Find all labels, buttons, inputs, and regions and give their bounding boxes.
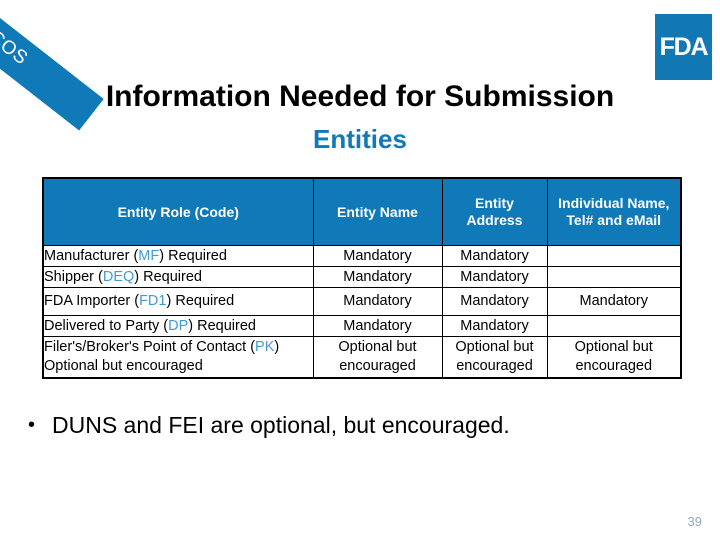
table-row: Manufacturer (MF) Required Mandatory Man… (42, 245, 682, 267)
cell-entity-address: Mandatory (441, 266, 548, 288)
role-text-prefix: Delivered to Party ( (44, 317, 169, 334)
cell-individual (546, 245, 682, 267)
column-header-entity-role: Entity Role (Code) (42, 177, 314, 246)
column-header-individual: Individual Name, Tel# and eMail (546, 177, 682, 246)
cell-entity-name: Mandatory (312, 245, 443, 267)
role-code: MF (138, 247, 160, 264)
cell-entity-address: Optional but encouraged (441, 336, 548, 379)
cell-entity-role: Filer's/Broker's Point of Contact (PK) Op… (42, 336, 314, 379)
fda-logo: FDA (655, 14, 712, 80)
cell-entity-role: Manufacturer (MF) Required (42, 245, 314, 267)
corner-banner-label: COS (0, 26, 32, 70)
table-header-row: Entity Role (Code) Entity Name Entity Ad… (42, 177, 682, 246)
table-row: FDA Importer (FD1) Required Mandatory Ma… (42, 287, 682, 316)
cell-entity-address: Mandatory (441, 315, 548, 337)
cell-entity-address: Mandatory (441, 287, 548, 316)
fda-logo-text: FDA (659, 32, 709, 61)
cell-individual (546, 266, 682, 288)
page-number: 39 (687, 514, 702, 529)
cell-entity-name: Mandatory (312, 287, 443, 316)
role-text-prefix: FDA Importer ( (44, 293, 140, 309)
column-header-entity-address: Entity Address (441, 177, 548, 246)
table-row: Shipper (DEQ) Required Mandatory Mandato… (42, 266, 682, 288)
bullet-item: • DUNS and FEI are optional, but encoura… (28, 410, 688, 440)
cell-entity-role: FDA Importer (FD1) Required (42, 287, 314, 316)
page-title: Information Needed for Submission (105, 80, 615, 113)
bullet-marker-icon: • (28, 414, 36, 436)
role-text-suffix: ) Required (166, 293, 235, 309)
role-text-prefix: Filer's/Broker's Point of Contact ( (44, 339, 256, 355)
role-text-suffix: ) Required (134, 268, 202, 285)
bullet-text: DUNS and FEI are optional, but encourage… (52, 412, 510, 438)
role-text-prefix: Manufacturer ( (44, 247, 139, 264)
cell-entity-address: Mandatory (441, 245, 548, 267)
role-code: DEQ (102, 268, 135, 285)
role-code: PK (255, 339, 275, 355)
cell-individual: Optional but encouraged (546, 336, 682, 379)
column-header-entity-name: Entity Name (312, 177, 443, 246)
cell-individual: Mandatory (546, 287, 682, 316)
cell-entity-name: Mandatory (312, 266, 443, 288)
role-text-suffix: ) (274, 339, 280, 355)
cell-entity-name: Optional but encouraged (312, 336, 443, 379)
cell-entity-role: Delivered to Party (DP) Required (42, 315, 314, 337)
page-subtitle: Entities (313, 124, 407, 154)
table-row: Filer's/Broker's Point of Contact (PK) Op… (42, 336, 682, 379)
role-text-prefix: Shipper ( (44, 268, 103, 285)
entities-table: Entity Role (Code) Entity Name Entity Ad… (42, 177, 682, 379)
role-code: DP (168, 317, 189, 334)
role-code: FD1 (139, 293, 167, 309)
role-text-extra: Optional but encouraged (44, 358, 203, 374)
table-row: Delivered to Party (DP) Required Mandato… (42, 315, 682, 337)
cell-individual (546, 315, 682, 337)
cell-entity-name: Mandatory (312, 315, 443, 337)
cell-entity-role: Shipper (DEQ) Required (42, 266, 314, 288)
role-text-suffix: ) Required (159, 247, 227, 264)
role-text-suffix: ) Required (188, 317, 256, 334)
